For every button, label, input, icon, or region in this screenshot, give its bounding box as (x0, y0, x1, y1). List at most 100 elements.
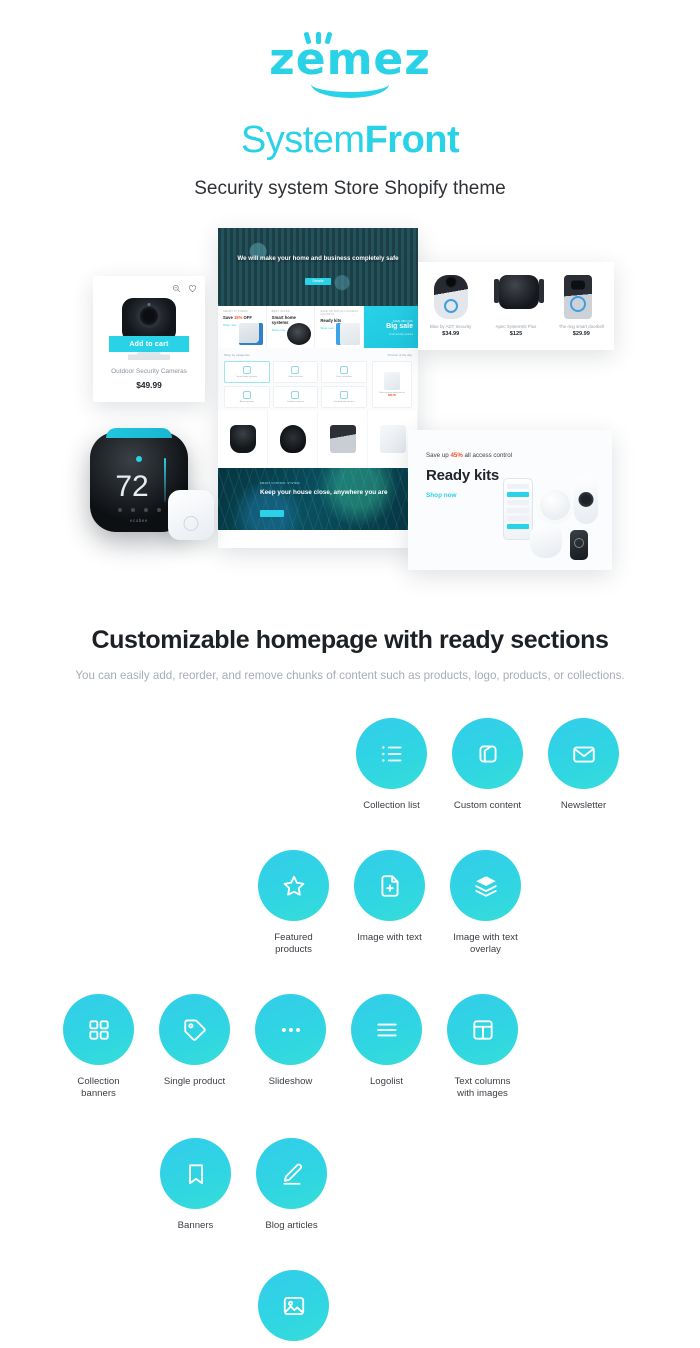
section-item-newsletter[interactable]: Newsletter (548, 718, 619, 812)
mockup-hero: We will make your home and business comp… (218, 228, 418, 306)
grid-row: Gallery (0, 1270, 700, 1348)
title-bold-part: Front (364, 119, 460, 161)
section-item-slideshow[interactable]: Slideshow (255, 994, 326, 1100)
grid-row: Featured products Image with text Image … (0, 850, 700, 956)
strip-product-price: $125 (509, 331, 523, 337)
mockup-dark-banner: SMART CONTROL SYSTEM Keep your house clo… (218, 468, 418, 530)
promo-shop-now-link[interactable]: Shop now (426, 492, 457, 499)
big-sale-title: Big sale (386, 322, 414, 330)
section-item-collection-list[interactable]: Collection list (356, 718, 427, 812)
dark-banner-button[interactable] (260, 510, 284, 517)
category-cell[interactable]: Door controllers (321, 361, 367, 383)
ready-kits-promo: Save up 45% all access control Ready kit… (408, 430, 612, 570)
mockup-products-row (218, 410, 418, 468)
category-cell[interactable]: Fire detection devices (321, 386, 367, 408)
section-item-blog-articles[interactable]: Blog articles (256, 1138, 327, 1232)
section-item-logolist[interactable]: Logolist (351, 994, 422, 1100)
strip-product[interactable]: Apec SystemKit Plus $125 (483, 275, 548, 337)
promo-supertitle: Save up 45% all access control (426, 452, 513, 459)
promo-detector-image (530, 526, 562, 558)
product-of-day-image (384, 372, 400, 390)
product-of-day-card[interactable]: Safe intrusion detection kit $89.00 (372, 361, 412, 408)
logo-wordmark: zemez (269, 31, 431, 82)
section-item-banners[interactable]: Banners (160, 1138, 231, 1232)
title-block: SystemFront Security system Store Shopif… (0, 118, 700, 200)
sections-icon-grid: Collection list Custom content Newslette… (0, 718, 700, 1348)
title-light-part: System (240, 119, 365, 161)
big-sale-sup: SAVE 45% OFF (393, 318, 414, 323)
mockup-product[interactable] (218, 410, 268, 468)
category-icon (340, 391, 349, 399)
card-icon-group (172, 284, 197, 293)
star-icon (258, 850, 329, 921)
section-item-custom-content[interactable]: Custom content (452, 718, 523, 812)
mockup-categories: Shop by categories Product of the day Sm… (218, 348, 418, 410)
promo-phone-image (503, 478, 533, 540)
section-item-label: Single product (163, 1076, 226, 1087)
grid-icon (63, 994, 134, 1065)
strip-product[interactable]: The ring smart doorbell $29.99 (549, 275, 614, 337)
banner-sup: BEST OFFER (271, 310, 290, 313)
category-cell[interactable]: Video intercom (272, 361, 319, 383)
dieresis-icon (303, 31, 333, 45)
mockup-product[interactable] (268, 410, 318, 468)
dark-banner-headline: Keep your house close, anywhere you are (260, 489, 388, 496)
section-item-gallery[interactable]: Gallery (258, 1270, 329, 1348)
category-cell[interactable]: Smart home systems (224, 361, 270, 383)
section-item-text-columns-with-images[interactable]: Text columns with images (447, 994, 518, 1100)
sections-heading-block: Customizable homepage with ready section… (0, 626, 700, 682)
section-item-collection-banners[interactable]: Collection banners (63, 994, 134, 1100)
product-image (379, 425, 406, 453)
lines-icon (351, 994, 422, 1065)
section-item-label: Custom content (453, 800, 522, 811)
mockup-hero-button[interactable]: Details (305, 278, 331, 285)
dots-icon (255, 994, 326, 1065)
product-price: $49.99 (136, 380, 162, 390)
section-item-label: Blog articles (265, 1220, 318, 1231)
section-item-image-with-text[interactable]: Image with text (354, 850, 425, 956)
category-icon (340, 366, 349, 374)
add-to-cart-button[interactable]: Add to cart (109, 336, 189, 352)
layout-columns-icon (447, 994, 518, 1065)
section-item-label: Logolist (369, 1076, 404, 1087)
thermostat-slider (164, 458, 166, 502)
mockup-product[interactable] (318, 410, 368, 468)
brand-logo: zemez (0, 31, 700, 98)
section-item-label: Collection list (363, 800, 420, 811)
categories-heading: Shop by categories (224, 353, 250, 357)
section-item-featured-products[interactable]: Featured products (258, 850, 329, 956)
sections-title: Customizable homepage with ready section… (91, 626, 609, 654)
promo-key-fob-image (570, 530, 588, 560)
grid-row: Collection banners Single product Slides… (0, 994, 700, 1100)
thermostat-light-ring (106, 428, 172, 438)
grid-row: Collection list Custom content Newslette… (0, 718, 700, 812)
promo-siren-image (536, 486, 574, 524)
product-card[interactable]: Add to cart Outdoor Security Cameras $49… (93, 276, 205, 402)
mockup-banner[interactable]: SAVE UP 45% ALL ACCESS CONTROL Ready kit… (315, 306, 365, 348)
product-image (229, 425, 256, 453)
section-item-image-with-text-overlay[interactable]: Image with text overlay (450, 850, 521, 956)
theme-showcase: We will make your home and business comp… (0, 222, 700, 602)
category-cell[interactable]: Alarm systems (224, 386, 270, 408)
banner-device-image (336, 323, 361, 345)
zoom-icon[interactable] (172, 284, 181, 293)
banner-sup: SAVE UP 45% ALL ACCESS CONTROL (320, 310, 358, 316)
category-icon (291, 391, 300, 399)
smile-arc-icon (311, 84, 389, 98)
promo-heading: Ready kits (426, 467, 500, 484)
strip-product-name: Apec SystemKit Plus (495, 324, 537, 329)
document-plus-icon (354, 850, 425, 921)
strip-product[interactable]: Blue by ADT Security $34.99 (418, 275, 483, 337)
section-item-single-product[interactable]: Single product (159, 994, 230, 1100)
mockup-banner[interactable]: BEST OFFER Smart home systems Shop now (266, 306, 316, 348)
wishlist-icon[interactable] (188, 284, 197, 293)
grid-row: Banners Blog articles (0, 1138, 700, 1232)
big-sale-panel[interactable]: SAVE 45% OFF Big sale on all security sy… (364, 306, 419, 348)
category-cell[interactable]: Outdoor cameras (272, 386, 319, 408)
section-item-label: Featured products (274, 932, 313, 955)
banner-device-image (238, 323, 263, 345)
mockup-banner[interactable]: SMART SYSTEMS Save 15% OFF Shop now (218, 306, 267, 348)
strip-product-price: $29.99 (572, 331, 590, 337)
product-of-day-heading: Product of the day (387, 353, 412, 357)
ring-doorbell-image (564, 275, 593, 319)
